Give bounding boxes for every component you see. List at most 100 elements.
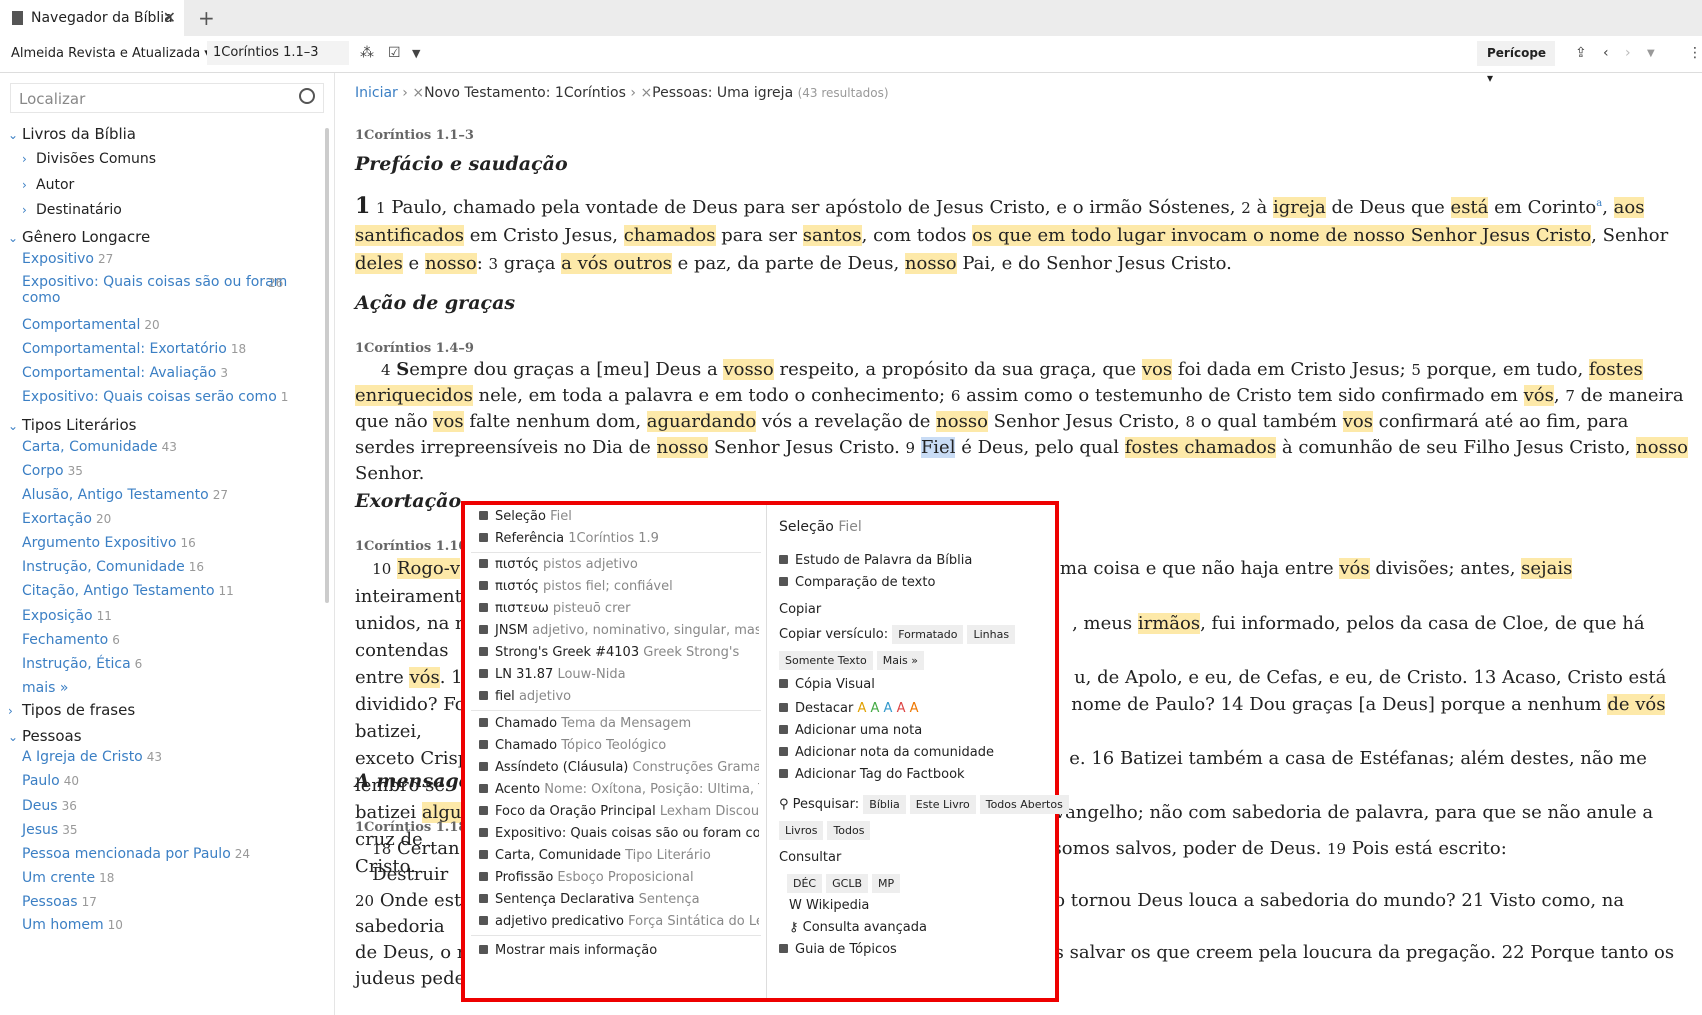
sidebar-subsection[interactable]: › Divisões Comuns bbox=[22, 151, 156, 167]
more-icon[interactable]: ⋮ bbox=[1688, 45, 1702, 61]
sidebar-link[interactable]: Comportamental: Avaliação 3 bbox=[22, 365, 228, 381]
context-menu-item[interactable]: adjetivo predicativo Força Sintática do … bbox=[479, 914, 759, 929]
sidebar-link[interactable]: Jesus 35 bbox=[22, 822, 77, 838]
sidebar-link[interactable]: Instrução, Ética 6 bbox=[22, 656, 142, 672]
context-menu-item[interactable]: LN 31.87 Louw-Nida bbox=[479, 667, 759, 682]
formatted-button[interactable]: Formatado bbox=[892, 625, 964, 644]
context-menu-item[interactable]: JNSM adjetivo, nominativo, singular, mas… bbox=[479, 623, 759, 638]
new-tab-button[interactable]: + bbox=[198, 6, 215, 30]
all-open-button[interactable]: Todos Abertos bbox=[979, 795, 1069, 814]
context-menu-item[interactable]: Acento Nome: Oxítona, Posição: Última, T… bbox=[479, 782, 759, 797]
search-icon[interactable] bbox=[299, 88, 315, 104]
pericope-button[interactable]: Perícope ▾ bbox=[1477, 41, 1555, 85]
sidebar-link[interactable]: Um homem 10 bbox=[22, 917, 123, 933]
sidebar-link[interactable]: Fechamento 6 bbox=[22, 632, 120, 648]
context-menu-item[interactable]: Expositivo: Quais coisas são ou foram co… bbox=[479, 826, 759, 841]
context-menu-item[interactable]: Strong's Greek #4103 Greek Strong's bbox=[479, 645, 759, 660]
context-menu-item[interactable]: Chamado Tópico Teológico bbox=[479, 738, 759, 753]
context-menu-item[interactable]: Sentença Declarativa Sentença bbox=[479, 892, 759, 907]
add-note-item[interactable]: Adicionar uma nota bbox=[779, 723, 922, 738]
topic-guide-item[interactable]: Guia de Tópicos bbox=[779, 942, 897, 957]
sidebar-link[interactable]: Comportamental 20 bbox=[22, 317, 160, 333]
sidebar-link[interactable]: Um crente 18 bbox=[22, 870, 114, 886]
dec-button[interactable]: DÉC bbox=[787, 874, 823, 893]
community-note-item[interactable]: Adicionar nota da comunidade bbox=[779, 745, 994, 760]
consult-header[interactable]: Consultar bbox=[779, 850, 841, 865]
checklist-icon[interactable]: ☑ bbox=[388, 45, 401, 61]
more-button[interactable]: Mais » bbox=[876, 651, 924, 670]
context-menu-item[interactable]: fiel adjetivo bbox=[479, 689, 759, 704]
chevron-icon[interactable]: › bbox=[22, 152, 36, 166]
sidebar-subsection[interactable]: › Destinatário bbox=[22, 202, 122, 218]
context-menu-item[interactable]: Assíndeto (Cláusula) Construções Gramati… bbox=[479, 760, 759, 775]
lines-button[interactable]: Linhas bbox=[967, 625, 1016, 644]
chevron-down-icon[interactable]: ▼ bbox=[412, 47, 420, 60]
context-menu-item[interactable]: Mostrar mais informação bbox=[479, 943, 759, 958]
context-menu-item[interactable]: Chamado Tema da Mensagem bbox=[479, 716, 759, 731]
sidebar-link[interactable]: Exposição 11 bbox=[22, 608, 112, 624]
sidebar-link[interactable]: Alusão, Antigo Testamento 27 bbox=[22, 487, 228, 503]
chevron-icon[interactable]: › bbox=[8, 704, 22, 718]
close-icon[interactable]: ✕ bbox=[163, 8, 176, 27]
sidebar-section-header[interactable]: ⌄ Tipos Literários bbox=[8, 416, 136, 434]
text-compare-item[interactable]: Comparação de texto bbox=[779, 575, 935, 590]
search-input[interactable]: Localizar bbox=[10, 83, 324, 113]
sidebar-subsection[interactable]: › Autor bbox=[22, 177, 74, 193]
share-icon[interactable]: ⇪ bbox=[1575, 45, 1587, 61]
sidebar-section-header[interactable]: ⌄ Gênero Longacre bbox=[8, 228, 150, 246]
sidebar-link[interactable]: Pessoa mencionada por Paulo 24 bbox=[22, 846, 250, 862]
sidebar-link[interactable]: Argumento Expositivo 16 bbox=[22, 535, 196, 551]
sidebar-link[interactable]: Citação, Antigo Testamento 11 bbox=[22, 583, 234, 599]
visual-copy-item[interactable]: Cópia Visual bbox=[779, 677, 875, 692]
context-menu-item[interactable]: Profissão Esboço Proposicional bbox=[479, 870, 759, 885]
chevron-icon[interactable]: ⌄ bbox=[8, 128, 22, 142]
context-menu-item[interactable]: Referência 1Coríntios 1.9 bbox=[479, 531, 759, 546]
sidebar-link[interactable]: Pessoas 17 bbox=[22, 894, 97, 910]
wikipedia-item[interactable]: W Wikipedia bbox=[789, 898, 869, 913]
all-button[interactable]: Todos bbox=[827, 821, 871, 840]
sidebar-section-header[interactable]: › Tipos de frases bbox=[8, 701, 135, 719]
sidebar-link[interactable]: Instrução, Comunidade 16 bbox=[22, 559, 204, 575]
context-menu-item[interactable]: πιστευω pisteuō crer bbox=[479, 601, 759, 616]
back-icon[interactable]: ‹ bbox=[1603, 45, 1609, 61]
sidebar-link[interactable]: Deus 36 bbox=[22, 798, 77, 814]
context-menu-item[interactable]: πιστός pistos fiel; confiável bbox=[479, 579, 759, 594]
context-menu-item[interactable]: Carta, Comunidade Tipo Literário bbox=[479, 848, 759, 863]
sidebar-link[interactable]: Carta, Comunidade 43 bbox=[22, 439, 177, 455]
advanced-consult-item[interactable]: ⚷ Consulta avançada bbox=[789, 920, 927, 935]
gclb-button[interactable]: GCLB bbox=[826, 874, 868, 893]
sidebar-link[interactable]: mais » bbox=[22, 680, 68, 696]
breadcrumb-people[interactable]: Pessoas: Uma igreja bbox=[652, 85, 793, 101]
sidebar-section-header[interactable]: ⌄ Livros da Bíblia bbox=[8, 125, 136, 143]
resources-icon[interactable]: ⁂ bbox=[360, 45, 374, 61]
sidebar-link[interactable]: Paulo 40 bbox=[22, 773, 79, 789]
copy-item[interactable]: Copiar bbox=[779, 602, 821, 617]
factbook-tag-item[interactable]: Adicionar Tag do Factbook bbox=[779, 767, 965, 782]
word-study-item[interactable]: Estudo de Palavra da Bíblia bbox=[779, 553, 972, 568]
sidebar-link[interactable]: Expositivo: Quais coisas são ou foram com… bbox=[22, 274, 287, 306]
highlight-item[interactable]: Destacar A A A A A bbox=[779, 701, 919, 716]
this-book-button[interactable]: Este Livro bbox=[909, 795, 976, 814]
history-dropdown-icon[interactable]: ▼ bbox=[1647, 48, 1655, 59]
bible-search-button[interactable]: Bíblia bbox=[863, 795, 906, 814]
sidebar-link[interactable]: Corpo 35 bbox=[22, 463, 83, 479]
mp-button[interactable]: MP bbox=[872, 874, 901, 893]
sidebar-link[interactable]: Expositivo 27 bbox=[22, 251, 113, 267]
context-menu-item[interactable]: Foco da Oração Principal Lexham Discours… bbox=[479, 804, 759, 819]
sidebar-link[interactable]: A Igreja de Cristo 43 bbox=[22, 749, 162, 765]
version-selector[interactable]: Almeida Revista e Atualizada ▾ bbox=[11, 46, 211, 61]
sidebar-link[interactable]: Expositivo: Quais coisas serão como 1 bbox=[22, 389, 288, 405]
breadcrumb-nt[interactable]: Novo Testamento: 1Coríntios bbox=[424, 85, 626, 101]
books-button[interactable]: Livros bbox=[779, 821, 824, 840]
sidebar-link[interactable]: Comportamental: Exortatório 18 bbox=[22, 341, 246, 357]
chevron-icon[interactable]: ⌄ bbox=[8, 231, 22, 245]
tab-bible-browser[interactable]: Navegador da Bíblia ✕ bbox=[0, 0, 184, 36]
text-only-button[interactable]: Somente Texto bbox=[779, 651, 873, 670]
context-menu-item[interactable]: πιστός pistos adjetivo bbox=[479, 557, 759, 572]
chevron-icon[interactable]: ⌄ bbox=[8, 419, 22, 433]
sidebar-scrollbar[interactable] bbox=[325, 128, 329, 603]
sidebar-link[interactable]: Exortação 20 bbox=[22, 511, 111, 527]
chevron-icon[interactable]: ⌄ bbox=[8, 730, 22, 744]
breadcrumb-start[interactable]: Iniciar bbox=[355, 85, 398, 101]
chevron-icon[interactable]: › bbox=[22, 203, 36, 217]
